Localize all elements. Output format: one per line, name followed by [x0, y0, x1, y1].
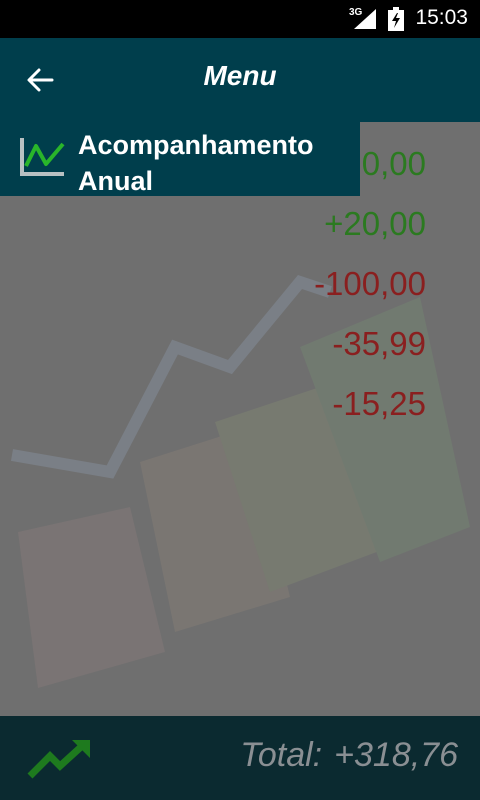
bottom-bar: Total: +318,76: [0, 716, 480, 800]
status-bar: 3G 15:03: [0, 0, 480, 38]
battery-icon: [388, 7, 404, 31]
value-item: +20,00: [324, 205, 426, 242]
line-chart-icon: [20, 138, 65, 176]
page-title: Menu: [203, 60, 277, 91]
app-bar: Menu: [0, 38, 480, 122]
trending-up-icon[interactable]: [26, 738, 92, 780]
menu-item-acompanhamento-anual[interactable]: Acompanhamento Anual: [0, 122, 360, 196]
total-display: Total: +318,76: [240, 736, 458, 775]
menu-item-label: Acompanhamento Anual: [78, 130, 314, 196]
signal-icon: [354, 9, 376, 29]
status-time: 15:03: [415, 6, 468, 29]
value-item: -100,00: [314, 265, 426, 302]
value-item: -15,25: [332, 385, 426, 422]
value-item: -35,99: [332, 325, 426, 362]
total-value: +318,76: [334, 736, 458, 774]
menu-drawer: Acompanhamento Anual: [0, 122, 360, 196]
main-content: 0,00 +20,00 -100,00 -35,99 -15,25: [0, 122, 480, 716]
total-label: Total:: [240, 736, 323, 774]
